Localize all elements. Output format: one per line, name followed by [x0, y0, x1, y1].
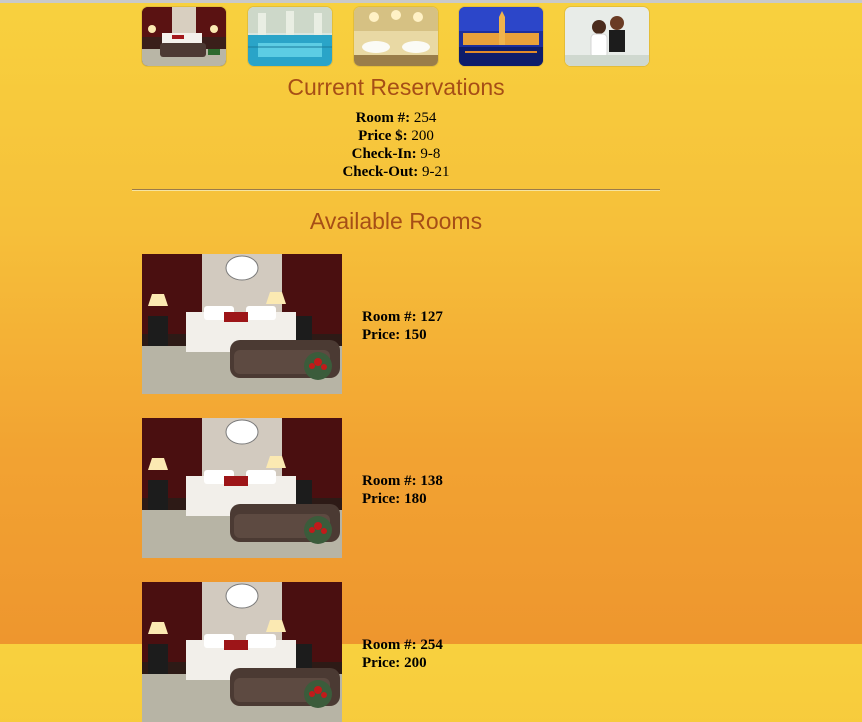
indoor-pool-thumbnail-icon[interactable] [248, 7, 332, 66]
room-price-label: Price: [362, 491, 401, 507]
room-price-value: 150 [404, 327, 427, 343]
thumbnail-gallery [142, 7, 649, 66]
current-checkout-value: 9-21 [422, 164, 450, 180]
bedroom-thumbnail-icon[interactable] [142, 7, 226, 66]
current-room-row: Room #: 254 [132, 109, 660, 127]
top-border [0, 0, 862, 3]
room-photo-icon[interactable] [142, 254, 342, 394]
room-number-value: 127 [420, 309, 443, 325]
current-reservations-title: Current Reservations [287, 74, 505, 100]
current-reservation-details: Room #: 254 Price $: 200 Check-In: 9-8 C… [132, 109, 660, 181]
room-price-row: Price: 180 [362, 490, 443, 508]
room-photo-icon[interactable] [142, 418, 342, 558]
current-price-label: Price $: [358, 128, 408, 144]
room-price-value: 200 [404, 655, 427, 671]
current-price-value: 200 [411, 128, 434, 144]
current-checkin-value: 9-8 [420, 146, 441, 162]
room-listing[interactable]: Room #: 127 Price: 150 [142, 254, 662, 394]
available-rooms-title: Available Rooms [309, 208, 483, 234]
room-info: Room #: 138 Price: 180 [362, 472, 443, 508]
dining-hall-thumbnail-icon[interactable] [354, 7, 438, 66]
current-price-row: Price $: 200 [132, 127, 660, 145]
room-price-label: Price: [362, 655, 401, 671]
room-number-row: Room #: 254 [362, 636, 443, 654]
couple-wedding-thumbnail-icon[interactable] [565, 7, 649, 66]
current-room-value: 254 [413, 110, 437, 126]
room-price-value: 180 [404, 491, 427, 507]
room-price-label: Price: [362, 327, 401, 343]
current-checkin-row: Check-In: 9-8 [132, 145, 660, 163]
room-photo-icon[interactable] [142, 582, 342, 722]
room-number-value: 254 [420, 637, 443, 653]
current-checkin-label: Check-In: [351, 146, 417, 162]
room-info: Room #: 127 Price: 150 [362, 308, 443, 344]
room-number-label: Room #: [362, 309, 417, 325]
room-listing[interactable]: Room #: 138 Price: 180 [142, 418, 662, 558]
current-checkout-label: Check-Out: [342, 164, 419, 180]
room-number-label: Room #: [362, 473, 417, 489]
current-checkout-row: Check-Out: 9-21 [132, 163, 660, 181]
room-number-value: 138 [420, 473, 443, 489]
room-number-row: Room #: 127 [362, 308, 443, 326]
section-divider [132, 189, 660, 191]
current-room-label: Room #: [355, 110, 411, 126]
room-number-row: Room #: 138 [362, 472, 443, 490]
room-listing[interactable]: Room #: 254 Price: 200 [142, 582, 662, 722]
room-price-row: Price: 150 [362, 326, 443, 344]
room-price-row: Price: 200 [362, 654, 443, 672]
night-city-thumbnail-icon[interactable] [459, 7, 543, 66]
room-info: Room #: 254 Price: 200 [362, 636, 443, 672]
room-number-label: Room #: [362, 637, 417, 653]
